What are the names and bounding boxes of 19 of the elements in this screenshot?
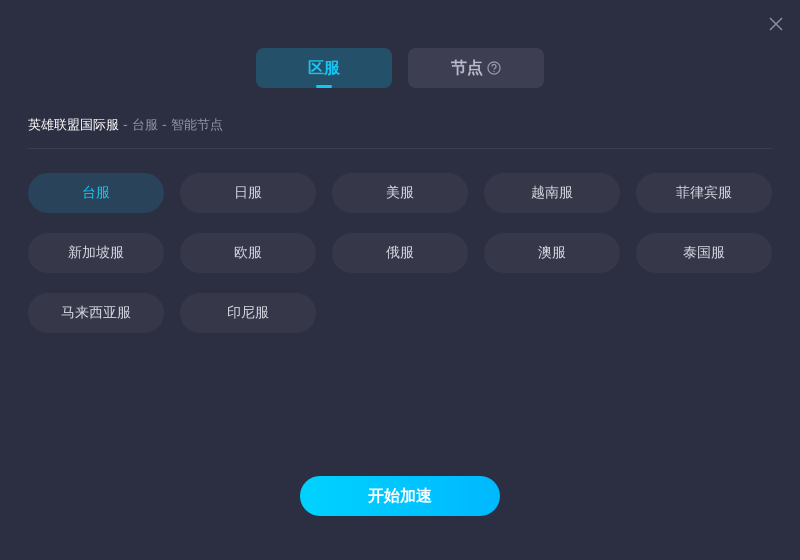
tab[interactable]: 区服 xyxy=(256,48,392,88)
close-icon xyxy=(769,17,783,31)
game-name: 英雄联盟国际服 xyxy=(28,117,119,135)
breadcrumb-path: - 台服 - 智能节点 xyxy=(123,117,223,135)
active-indicator xyxy=(316,85,332,88)
server-option[interactable]: 印尼服 xyxy=(180,292,316,332)
tab[interactable]: 节点 xyxy=(408,48,544,88)
server-option[interactable]: 美服 xyxy=(332,172,468,212)
server-option[interactable]: 台服 xyxy=(28,172,164,212)
server-option[interactable]: 泰国服 xyxy=(636,232,772,272)
server-option[interactable]: 澳服 xyxy=(484,232,620,272)
server-option[interactable]: 越南服 xyxy=(484,172,620,212)
server-option[interactable]: 新加坡服 xyxy=(28,232,164,272)
server-option[interactable]: 俄服 xyxy=(332,232,468,272)
close-button[interactable] xyxy=(768,16,784,32)
server-option[interactable]: 欧服 xyxy=(180,232,316,272)
server-option[interactable]: 马来西亚服 xyxy=(28,292,164,332)
server-option[interactable]: 菲律宾服 xyxy=(636,172,772,212)
server-option[interactable]: 日服 xyxy=(180,172,316,212)
